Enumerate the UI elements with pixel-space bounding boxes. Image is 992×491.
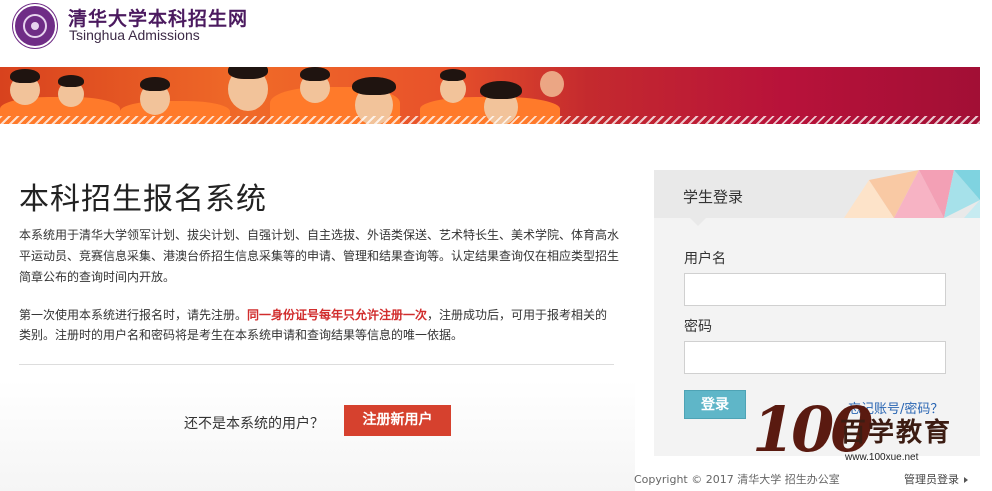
banner-hair (140, 77, 170, 91)
banner-image (0, 67, 980, 124)
watermark-text: 百学教育 (840, 418, 953, 448)
username-input[interactable] (684, 273, 946, 306)
admin-login-link[interactable]: 管理员登录 (904, 471, 968, 487)
arrow-right-icon (964, 477, 968, 483)
login-header-notch (690, 218, 706, 226)
banner-hair (352, 77, 396, 95)
password-label: 密码 (684, 319, 712, 335)
page-title: 本科招生报名系统 (19, 182, 267, 217)
divider (19, 364, 614, 365)
login-heading: 学生登录 (683, 188, 744, 206)
banner-hair (440, 69, 466, 81)
bottom-fade (0, 380, 635, 491)
tsinghua-seal-logo[interactable] (13, 4, 57, 48)
register-button[interactable]: 注册新用户 (344, 405, 451, 436)
login-header: 学生登录 (654, 170, 980, 218)
seal-center (31, 22, 39, 30)
not-user-label: 还不是本系统的用户？ (184, 416, 324, 432)
notice-emphasis: 同一身份证号每年只允许注册一次 (247, 308, 428, 322)
username-label: 用户名 (684, 251, 726, 267)
login-button[interactable]: 登录 (684, 390, 746, 419)
site-header: 清华大学本科招生网 Tsinghua Admissions (0, 0, 992, 60)
banner-hair (10, 69, 40, 83)
notice-prefix: 第一次使用本系统进行报名时，请先注册。 (19, 308, 248, 322)
banner-stripe (0, 116, 980, 124)
watermark-logo: 100 百学教育 www.100xue.net (752, 392, 952, 468)
registration-notice: 第一次使用本系统进行报名时，请先注册。同一身份证号每年只允许注册一次，注册成功后… (19, 305, 619, 345)
password-input[interactable] (684, 341, 946, 374)
banner-hair (300, 67, 330, 81)
watermark-url: www.100xue.net (845, 452, 919, 463)
banner-hair (228, 67, 268, 79)
admin-login-label: 管理员登录 (904, 473, 959, 486)
banner-hair (58, 75, 84, 87)
banner-face (540, 71, 564, 97)
banner-hair (480, 81, 522, 99)
system-description: 本系统用于清华大学领军计划、拔尖计划、自强计划、自主选拔、外语类保送、艺术特长生… (19, 228, 620, 284)
site-subtitle: Tsinghua Admissions (69, 27, 200, 43)
footer-copyright: Copyright © 2017 清华大学 招生办公室 (634, 473, 840, 486)
